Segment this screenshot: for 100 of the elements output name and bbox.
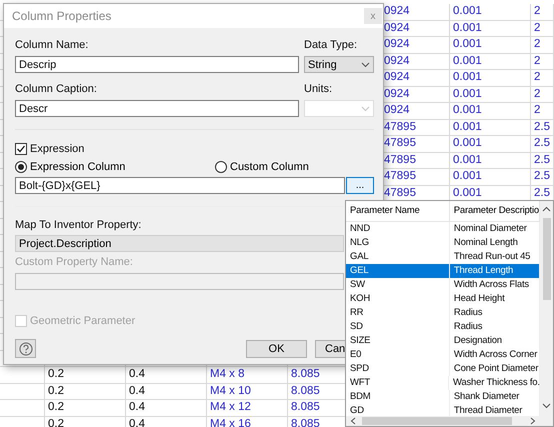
table-cell: 47895 [384, 186, 416, 198]
table-cell: 0.001 [453, 88, 482, 100]
table-cell: 0.001 [453, 120, 482, 132]
table-cell: 0924 [384, 71, 410, 83]
table-cell: 8.085 [291, 401, 320, 413]
parameter-name: SW [346, 278, 450, 292]
column-name-field[interactable]: Descrip [15, 56, 299, 73]
radio-label: Custom Column [230, 161, 309, 173]
checkbox-label: Expression [30, 143, 84, 155]
radio-button[interactable] [15, 161, 27, 173]
scroll-up-icon [542, 206, 551, 212]
chevron-down-icon [361, 106, 370, 112]
field-label: Column Name: [15, 38, 88, 53]
field-label: Custom Property Name: [15, 255, 133, 270]
cancel-button[interactable]: Can [315, 340, 346, 358]
parameter-name: WFT [346, 376, 449, 390]
parameter-name: SIZE [346, 334, 450, 348]
table-cell: 0.4 [129, 418, 145, 427]
parameter-name: KOH [346, 292, 450, 306]
help-icon [18, 342, 32, 356]
table-cell: 0.001 [453, 186, 482, 198]
horizontal-scrollbar[interactable] [346, 416, 553, 426]
data-type-dropdown[interactable]: String [304, 56, 374, 73]
table-cell: 0.001 [453, 54, 482, 66]
parameter-name: RR [346, 306, 450, 320]
field-label: Column Caption: [15, 82, 97, 97]
table-cell: 0924 [384, 54, 410, 66]
table-cell: 0.001 [453, 38, 482, 50]
table-cell: M4 x 16 [210, 418, 251, 427]
table-cell: 47895 [384, 154, 416, 166]
table-cell: 0.001 [453, 5, 482, 17]
table-cell: 47895 [384, 120, 416, 132]
scroll-right-icon [530, 417, 536, 425]
table-cell: 47895 [384, 170, 416, 182]
table-cell: 2 [534, 5, 540, 17]
scroll-left-icon [350, 417, 356, 425]
table-cell: 0.001 [453, 154, 482, 166]
table-cell: 0.001 [453, 137, 482, 149]
help-button[interactable] [15, 339, 36, 358]
window-title: Column Properties [12, 9, 112, 23]
table-cell: 0.4 [129, 401, 145, 413]
table-cell: 2.5 [534, 137, 550, 149]
table-cell: 0.2 [48, 418, 64, 427]
parameter-name: NLG [346, 236, 450, 250]
table-cell: 8.085 [291, 418, 320, 427]
scrollbar-thumb[interactable] [362, 417, 512, 425]
table-cell: 0.4 [129, 384, 145, 396]
table-cell: 2 [534, 104, 540, 116]
list-row[interactable]: GEL Thread Length [346, 264, 540, 278]
table-cell: 0.2 [48, 384, 64, 396]
checkbox-label: Geometric Parameter [30, 315, 136, 327]
parameter-name: E0 [346, 348, 450, 362]
parameter-name: SPD [346, 362, 450, 376]
table-cell: 0.001 [453, 71, 482, 83]
expression-field[interactable]: Bolt-{GD}x{GEL} [15, 177, 345, 194]
scroll-down-icon [542, 403, 551, 409]
table-cell: 2.5 [534, 120, 550, 132]
table-cell: 0.4 [129, 368, 145, 380]
table-cell: 47895 [384, 137, 416, 149]
table-cell: 0924 [384, 88, 410, 100]
parameter-name: NND [346, 222, 450, 236]
ok-button[interactable]: OK [246, 340, 307, 358]
table-cell: M4 x 10 [210, 384, 251, 396]
table-cell: 0.2 [48, 401, 64, 413]
table-cell: M4 x 8 [210, 368, 245, 380]
field-label: Data Type: [304, 38, 357, 53]
table-cell: 0924 [384, 5, 410, 17]
table-cell: 0.2 [48, 368, 64, 380]
scrollbar-thumb[interactable] [542, 218, 550, 300]
table-cell: 8.085 [291, 368, 320, 380]
table-cell: 2 [534, 88, 540, 100]
checkmark-icon [16, 144, 26, 154]
table-cell: 0924 [384, 104, 410, 116]
vertical-scrollbar[interactable] [540, 201, 553, 416]
table-cell: 0.001 [453, 170, 482, 182]
column-caption-field[interactable]: Descr [15, 100, 299, 117]
table-cell: 0.001 [453, 104, 482, 116]
table-cell: 0924 [384, 38, 410, 50]
field-label: Units: [304, 82, 332, 97]
table-cell: 0924 [384, 22, 410, 34]
table-cell: 2.5 [534, 186, 550, 198]
field-label: Map To Inventor Property: [15, 218, 142, 233]
checkbox[interactable] [15, 143, 27, 155]
radio-label: Expression Column [30, 161, 126, 173]
chevron-down-icon [361, 62, 370, 68]
table-cell: 2 [534, 38, 540, 50]
column-header[interactable]: Parameter Name [346, 201, 450, 221]
radio-button[interactable] [215, 161, 227, 173]
property-dropdown[interactable]: Project.Description [15, 235, 344, 252]
browse-button[interactable]: ... [346, 177, 374, 194]
parameter-name: BDM [346, 390, 450, 404]
table-cell: 0.001 [453, 22, 482, 34]
table-cell: 2 [534, 22, 540, 34]
table-cell: 2 [534, 71, 540, 83]
parameter-name: GEL [346, 264, 450, 278]
table-cell: 8.085 [291, 384, 320, 396]
table-cell: 2.5 [534, 154, 550, 166]
parameter-name: SD [346, 320, 450, 334]
table-cell: M4 x 12 [210, 401, 251, 413]
table-cell: 2 [534, 54, 540, 66]
